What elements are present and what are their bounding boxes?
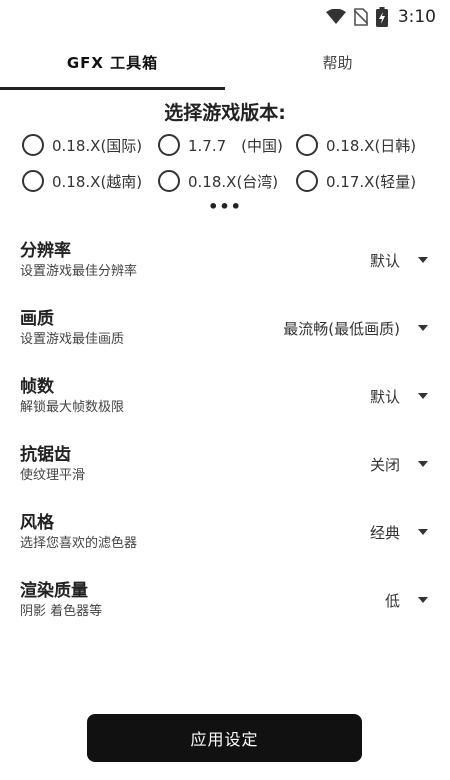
wifi-icon <box>325 9 346 24</box>
setting-text: 画质 设置游戏最佳画质 <box>20 307 283 349</box>
dropdown-value: 低 <box>384 591 400 610</box>
graphics-dropdown[interactable]: 最流畅(最低画质) <box>283 318 428 339</box>
dropdown-caret-icon <box>418 257 428 263</box>
dropdown-value: 默认 <box>369 251 400 270</box>
setting-text: 抗锯齿 使纹理平滑 <box>20 443 370 485</box>
version-option-global[interactable]: 0.18.X(国际) <box>22 134 158 156</box>
radio-circle-icon <box>22 134 44 156</box>
style-dropdown[interactable]: 经典 <box>370 522 428 543</box>
setting-style[interactable]: 风格 选择您喜欢的滤色器 经典 <box>0 498 450 566</box>
version-option-label: 0.18.X(日韩) <box>326 136 417 155</box>
version-option-label: 0.18.X(台湾) <box>188 172 279 191</box>
dropdown-value: 经典 <box>369 523 400 542</box>
setting-description: 解锁最大帧数极限 <box>20 400 125 415</box>
tab-indicator <box>0 87 225 90</box>
battery-charging-icon <box>375 7 388 27</box>
version-section-title: 选择游戏版本: <box>164 102 286 124</box>
setting-description: 设置游戏最佳分辨率 <box>20 264 138 279</box>
setting-text: 分辨率 设置游戏最佳分辨率 <box>20 239 370 281</box>
setting-description: 阴影 着色器等 <box>20 604 103 619</box>
dropdown-caret-icon <box>418 393 428 399</box>
fps-dropdown[interactable]: 默认 <box>370 386 428 407</box>
version-option-japan-korea[interactable]: 0.18.X(日韩) <box>296 134 432 156</box>
tab-gfx-toolbox[interactable]: GFX 工具箱 <box>0 34 225 90</box>
version-option-china[interactable]: 1.7.7 (中国) <box>158 134 296 156</box>
render-quality-dropdown[interactable]: 低 <box>385 590 428 611</box>
setting-title: 画质 <box>20 309 54 329</box>
version-option-label: 0.18.X(越南) <box>52 172 143 191</box>
dropdown-value: 最流畅(最低画质) <box>283 319 400 338</box>
more-options-button[interactable]: ••• <box>0 199 450 220</box>
status-bar: 3:10 <box>0 0 450 34</box>
setting-anti-aliasing[interactable]: 抗锯齿 使纹理平滑 关闭 <box>0 430 450 498</box>
setting-title: 渲染质量 <box>20 581 88 601</box>
setting-description: 设置游戏最佳画质 <box>20 332 125 347</box>
no-sim-icon <box>353 8 368 26</box>
dropdown-caret-icon <box>418 529 428 535</box>
version-option-label: 1.7.7 (中国) <box>188 136 283 155</box>
setting-title: 分辨率 <box>20 241 71 261</box>
setting-text: 帧数 解锁最大帧数极限 <box>20 375 370 417</box>
setting-fps[interactable]: 帧数 解锁最大帧数极限 默认 <box>0 362 450 430</box>
setting-text: 渲染质量 阴影 着色器等 <box>20 579 385 621</box>
anti-aliasing-dropdown[interactable]: 关闭 <box>370 454 428 475</box>
setting-description: 选择您喜欢的滤色器 <box>20 536 138 551</box>
dropdown-caret-icon <box>418 597 428 603</box>
radio-circle-icon <box>22 170 44 192</box>
radio-circle-icon <box>296 134 318 156</box>
version-option-lite[interactable]: 0.17.X(轻量) <box>296 170 432 192</box>
setting-description: 使纹理平滑 <box>20 468 86 483</box>
dropdown-value: 默认 <box>369 387 400 406</box>
setting-title: 帧数 <box>20 377 54 397</box>
tab-bar: GFX 工具箱 帮助 <box>0 34 450 90</box>
setting-text: 风格 选择您喜欢的滤色器 <box>20 511 370 553</box>
radio-circle-icon <box>296 170 318 192</box>
apply-settings-button[interactable]: 应用设定 <box>87 714 362 762</box>
setting-resolution[interactable]: 分辨率 设置游戏最佳分辨率 默认 <box>0 226 450 294</box>
dropdown-caret-icon <box>418 325 428 331</box>
tab-help[interactable]: 帮助 <box>225 34 450 90</box>
resolution-dropdown[interactable]: 默认 <box>370 250 428 271</box>
dropdown-caret-icon <box>418 461 428 467</box>
setting-graphics[interactable]: 画质 设置游戏最佳画质 最流畅(最低画质) <box>0 294 450 362</box>
status-time: 3:10 <box>397 7 436 27</box>
setting-title: 风格 <box>20 513 54 533</box>
version-option-vietnam[interactable]: 0.18.X(越南) <box>22 170 158 192</box>
version-option-taiwan[interactable]: 0.18.X(台湾) <box>158 170 296 192</box>
radio-circle-icon <box>158 170 180 192</box>
radio-circle-icon <box>158 134 180 156</box>
setting-render-quality[interactable]: 渲染质量 阴影 着色器等 低 <box>0 566 450 634</box>
version-option-label: 0.18.X(国际) <box>52 136 143 155</box>
version-radio-group: 0.18.X(国际) 1.7.7 (中国) 0.18.X(日韩) 0.18.X(… <box>0 134 450 192</box>
settings-list: 分辨率 设置游戏最佳分辨率 默认 画质 设置游戏最佳画质 最流畅(最低画质) 帧… <box>0 226 450 634</box>
dropdown-value: 关闭 <box>369 455 400 474</box>
version-option-label: 0.17.X(轻量) <box>326 172 417 191</box>
setting-title: 抗锯齿 <box>20 445 71 465</box>
